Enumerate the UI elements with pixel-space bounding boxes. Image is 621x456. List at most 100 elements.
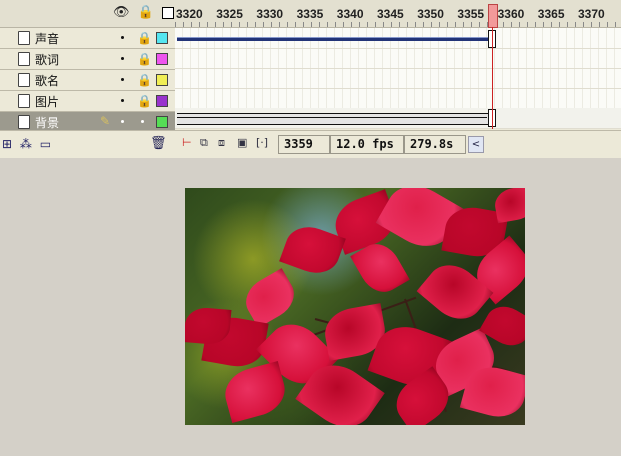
frame-ruler[interactable]: 3320 3325 3330 3335 3340 3345 3350 3355 3360 3365…	[175, 0, 621, 27]
maple-leaf	[492, 188, 525, 224]
lock-icon[interactable]: 🔒	[137, 31, 152, 45]
motion-tween-span[interactable]	[177, 113, 493, 125]
ruler-tick	[199, 22, 200, 27]
sound-waveform	[177, 37, 493, 41]
trash-icon[interactable]: 🗑	[150, 136, 167, 151]
timeline-status-bar: ⊞ ⁂ ▭ 🗑 ⊢ ⧉ ⧈ ▣ [·] 3359 12.0 fps 279.8s…	[0, 130, 621, 158]
ruler-tick	[391, 22, 392, 27]
timeline-panel: 👁 🔒 3320 3325 3330 3335 3340 3345 3350 3355 3360…	[0, 0, 621, 158]
lock-icon[interactable]: 🔒	[137, 52, 152, 66]
onion-skin-outline-icon[interactable]: ⧈	[218, 136, 225, 150]
lock-icon[interactable]: 🔒	[137, 94, 152, 108]
outline-box-icon[interactable]	[161, 6, 174, 19]
playhead-line	[492, 27, 493, 129]
layer-outline-color[interactable]	[156, 32, 168, 44]
ruler-label: 3350	[417, 7, 444, 21]
lock-icon[interactable]: 🔒	[137, 73, 152, 87]
ruler-tick	[375, 22, 376, 27]
visibility-toggle-dot[interactable]	[121, 57, 124, 60]
ruler-tick	[175, 22, 176, 27]
ruler-tick	[367, 22, 368, 27]
layer-list: 声音 🔒 歌词 🔒 歌名 🔒 图片 🔒 背景 ✎	[0, 28, 175, 133]
visibility-toggle-dot[interactable]	[121, 36, 124, 39]
ruler-tick	[607, 22, 608, 27]
frame-row-sound[interactable]	[175, 28, 621, 49]
ruler-label: 3335	[296, 7, 324, 21]
visibility-toggle-dot[interactable]	[121, 99, 124, 102]
edit-multiple-frames-icon[interactable]: ▣	[237, 136, 247, 149]
ruler-tick	[255, 22, 256, 27]
ruler-tick	[415, 22, 416, 27]
ruler-tick	[271, 22, 272, 27]
layer-row[interactable]: 图片 🔒	[0, 91, 175, 112]
add-folder-icon[interactable]: ▭	[40, 137, 53, 151]
playhead-marker[interactable]	[488, 4, 498, 28]
ruler-tick	[479, 22, 480, 27]
center-frame-icon[interactable]: ⊢	[182, 136, 192, 149]
layer-name[interactable]: 声音	[35, 30, 59, 47]
frame-rate-field[interactable]: 12.0 fps	[330, 135, 404, 154]
add-layer-icon[interactable]: ⊞	[2, 137, 14, 151]
ruler-tick	[423, 22, 424, 27]
layer-name[interactable]: 背景	[35, 114, 59, 131]
visibility-toggle-dot[interactable]	[121, 120, 124, 123]
ruler-tick	[303, 22, 304, 27]
ruler-tick	[511, 22, 512, 27]
maple-leaf	[219, 361, 291, 423]
ruler-tick	[527, 22, 528, 27]
layer-icon	[18, 94, 30, 108]
ruler-tick	[591, 22, 592, 27]
ruler-tick	[279, 22, 280, 27]
layer-icon	[18, 31, 30, 45]
visibility-toggle-dot[interactable]	[121, 78, 124, 81]
layer-name[interactable]: 歌名	[35, 72, 59, 89]
layer-row[interactable]: 声音 🔒	[0, 28, 175, 49]
ruler-tick	[567, 22, 568, 27]
ruler-tick	[447, 22, 448, 27]
ruler-tick	[471, 22, 472, 27]
ruler-tick	[399, 22, 400, 27]
lock-icon[interactable]: 🔒	[138, 5, 154, 20]
elapsed-time-field: 279.8s	[404, 135, 466, 154]
eye-icon[interactable]: 👁	[113, 5, 130, 20]
ruler-label: 3355	[457, 7, 485, 21]
onion-markers-icon[interactable]: [·]	[256, 136, 268, 149]
scroll-left-button[interactable]: <	[468, 136, 484, 153]
add-guide-layer-icon[interactable]: ⁂	[20, 137, 34, 151]
current-frame-field: 3359	[278, 135, 330, 154]
onion-skin-icon[interactable]: ⧉	[200, 136, 208, 150]
ruler-tick	[287, 22, 288, 27]
layer-outline-color[interactable]	[156, 95, 168, 107]
layer-header-icons: 👁 🔒	[113, 5, 174, 20]
frame-row-lyrics[interactable]	[175, 48, 621, 69]
pencil-icon: ✎	[100, 114, 111, 128]
frame-row-image[interactable]	[175, 88, 621, 109]
ruler-tick	[207, 22, 208, 27]
stage-photo-maple-leaves[interactable]	[185, 188, 525, 425]
ruler-tick	[583, 22, 584, 27]
frame-area[interactable]	[175, 28, 621, 129]
ruler-label: 3365	[537, 7, 565, 21]
layer-icon	[18, 73, 30, 87]
lock-toggle-dot[interactable]	[141, 120, 144, 123]
ruler-tick	[239, 22, 240, 27]
ruler-tick	[615, 22, 616, 27]
ruler-tick	[439, 22, 440, 27]
layer-name[interactable]: 歌词	[35, 51, 59, 68]
ruler-tick	[319, 22, 320, 27]
ruler-tick	[359, 22, 360, 27]
ruler-label: 3345	[377, 7, 404, 21]
layer-outline-color[interactable]	[156, 116, 168, 128]
layer-row[interactable]: 歌名 🔒	[0, 70, 175, 91]
layer-outline-color[interactable]	[156, 74, 168, 86]
layer-row[interactable]: 歌词 🔒	[0, 49, 175, 70]
frame-row-title[interactable]	[175, 68, 621, 89]
tween-arrow	[177, 117, 487, 118]
ruler-label: 3360	[497, 7, 525, 21]
layer-outline-color[interactable]	[156, 53, 168, 65]
ruler-tick	[559, 22, 560, 27]
ruler-tick	[407, 22, 408, 27]
ruler-tick	[351, 22, 352, 27]
layer-name[interactable]: 图片	[35, 93, 59, 110]
timeline-header: 👁 🔒 3320 3325 3330 3335 3340 3345 3350 3355 3360…	[0, 0, 621, 28]
